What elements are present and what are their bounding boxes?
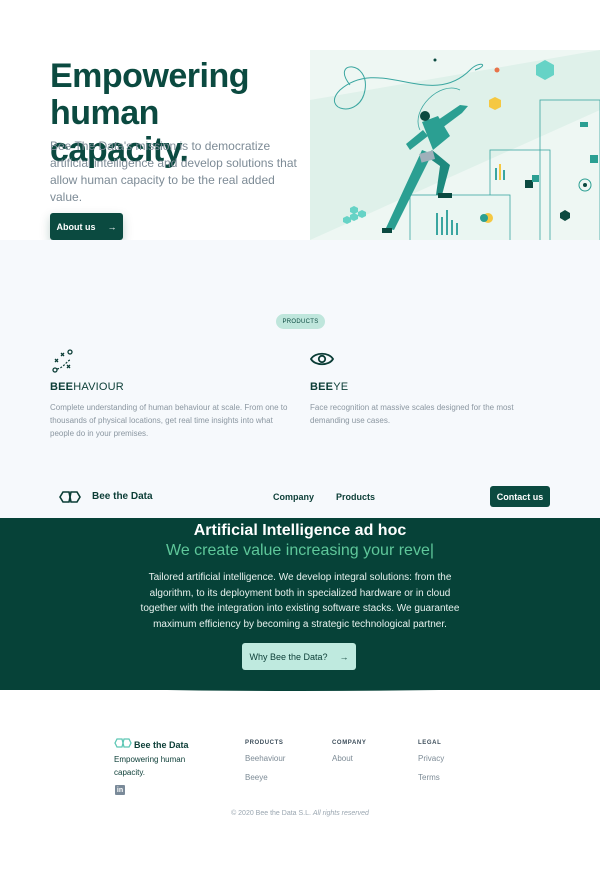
person-reaching-illustration xyxy=(310,50,600,248)
footer: Bee the Data Empowering human capacity. … xyxy=(0,700,600,876)
footer-tagline: Empowering human capacity. xyxy=(114,755,186,777)
products-pill: PRODUCTS xyxy=(276,314,325,329)
footer-link-beeye[interactable]: Beeye xyxy=(245,773,268,782)
footer-link-privacy[interactable]: Privacy xyxy=(418,754,444,763)
nav-link-company[interactable]: Company xyxy=(273,492,314,502)
product-name-beeye: BEEYE xyxy=(310,381,349,393)
strategy-icon xyxy=(52,349,73,373)
hero-illustration xyxy=(310,50,600,248)
footer-link-terms[interactable]: Terms xyxy=(418,773,440,782)
footer-heading-products: PRODUCTS xyxy=(245,740,284,746)
footer-logo-icon[interactable] xyxy=(114,738,132,748)
footer-brand[interactable]: Bee the Data xyxy=(134,740,189,750)
eye-icon xyxy=(310,352,334,366)
brand-logo-icon[interactable] xyxy=(58,490,82,504)
about-us-button[interactable]: About us → xyxy=(50,213,123,240)
why-button-label: Why Bee the Data? xyxy=(249,651,328,662)
linkedin-icon[interactable]: in xyxy=(115,785,125,795)
arrow-right-icon: → xyxy=(107,221,117,232)
contact-us-button[interactable]: Contact us xyxy=(490,486,550,507)
band-title: Artificial Intelligence ad hoc xyxy=(193,522,407,539)
footer-heading-company: COMPANY xyxy=(332,740,367,746)
products-section: PRODUCTS BEEHAVIOUR Complete understandi… xyxy=(0,240,600,515)
footer-link-about[interactable]: About xyxy=(332,754,353,763)
hero-description: Bee The Data's mission is to democratize… xyxy=(50,139,297,204)
band-curve-divider xyxy=(0,670,600,691)
about-us-label: About us xyxy=(56,221,96,232)
footer-link-beehaviour[interactable]: Beehaviour xyxy=(245,754,285,763)
band-typed-subtitle: We create value increasing your reve| xyxy=(166,542,434,559)
navbar: Bee the Data Company Products Contact us xyxy=(0,478,600,518)
value-band: Artificial Intelligence ad hoc We create… xyxy=(0,518,600,690)
band-description: Tailored artificial intelligence. We dev… xyxy=(140,572,460,630)
why-bee-the-data-button[interactable]: Why Bee the Data? → xyxy=(242,643,356,670)
product-name-beehaviour: BEEHAVIOUR xyxy=(50,381,124,393)
nav-link-products[interactable]: Products xyxy=(336,492,375,502)
hero-section: Empowering human capacity. Bee The Data'… xyxy=(0,0,600,250)
product-description-beeye: Face recognition at massive scales desig… xyxy=(310,403,514,425)
arrow-right-icon: → xyxy=(339,651,349,662)
footer-heading-legal: LEGAL xyxy=(418,740,442,746)
brand-name[interactable]: Bee the Data xyxy=(92,491,153,502)
product-description-beehaviour: Complete understanding of human behaviou… xyxy=(50,403,288,438)
copyright-text: © 2020 Bee the Data S.L. All rights rese… xyxy=(231,810,369,817)
